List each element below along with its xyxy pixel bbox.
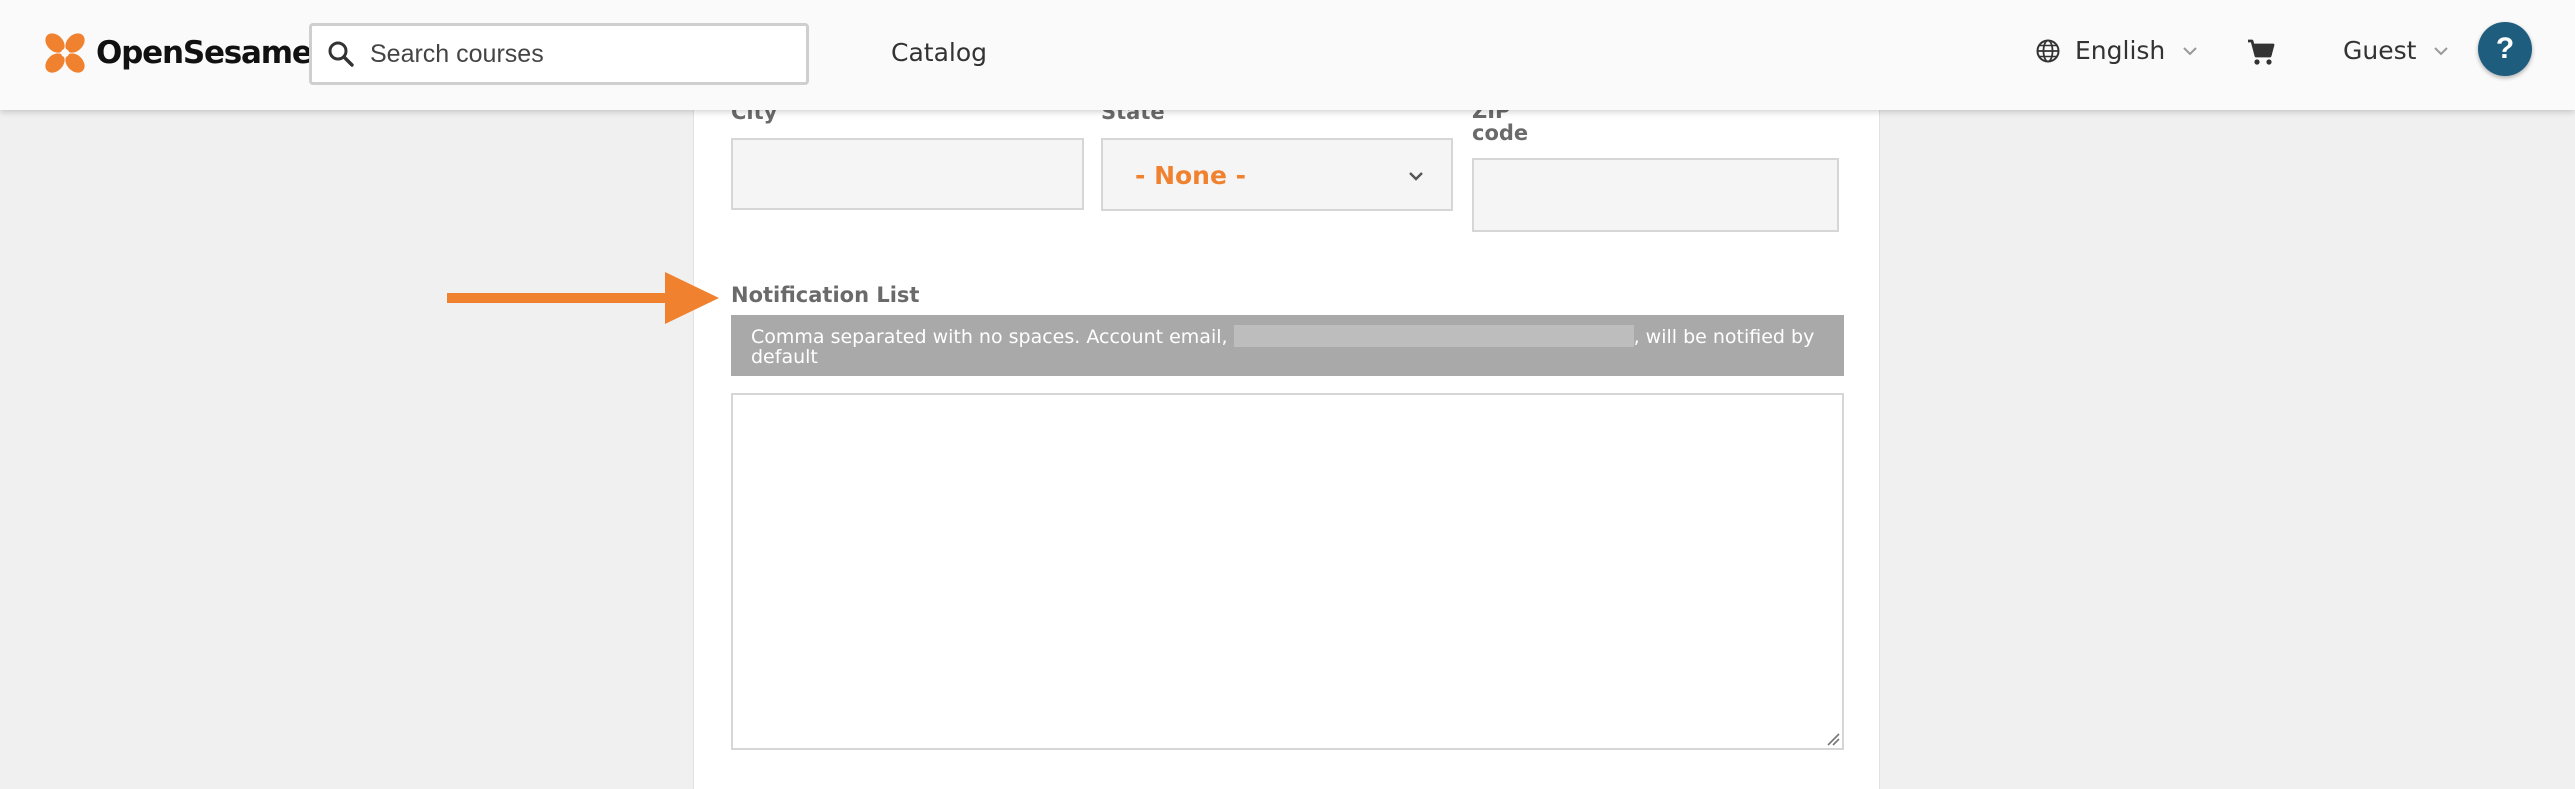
brand-name: OpenSesame xyxy=(96,35,313,71)
chevron-down-icon xyxy=(1409,172,1423,181)
city-field[interactable] xyxy=(731,138,1084,210)
notification-help-text: Comma separated with no spaces. Account … xyxy=(731,315,1844,376)
state-selected-value: - None - xyxy=(1135,161,1247,190)
opensesame-logo-icon xyxy=(45,33,85,73)
help-text-line2: default xyxy=(751,346,818,368)
chevron-down-icon xyxy=(2183,46,2197,55)
help-button[interactable]: ? xyxy=(2478,22,2532,76)
nav-catalog-link[interactable]: Catalog xyxy=(891,38,987,67)
redacted-email xyxy=(1233,325,1634,347)
search-box[interactable] xyxy=(309,23,809,85)
search-icon xyxy=(328,41,354,67)
annotation-arrow xyxy=(447,272,719,324)
brand-logo[interactable]: OpenSesame xyxy=(42,30,313,76)
search-input[interactable] xyxy=(370,39,770,69)
zip-field[interactable] xyxy=(1472,158,1839,232)
top-header: OpenSesame Catalog English Guest xyxy=(0,0,2575,110)
language-selector[interactable]: English xyxy=(2035,36,2201,65)
state-select[interactable]: - None - xyxy=(1101,138,1453,211)
notification-list-textarea[interactable] xyxy=(731,393,1844,750)
notification-list-label: Notification List xyxy=(731,283,920,307)
zip-label-line2: code xyxy=(1472,121,1529,145)
cart-icon[interactable] xyxy=(2245,36,2277,68)
help-text-prefix: Comma separated with no spaces. Account … xyxy=(751,326,1234,348)
user-label: Guest xyxy=(2343,36,2417,65)
globe-icon xyxy=(2036,39,2060,62)
help-text-suffix: , will be notified by xyxy=(1633,326,1815,348)
language-label: English xyxy=(2075,36,2166,65)
chevron-down-icon xyxy=(2434,46,2449,55)
user-menu[interactable]: Guest xyxy=(2343,36,2452,65)
resize-grip-icon[interactable] xyxy=(1824,730,1840,746)
